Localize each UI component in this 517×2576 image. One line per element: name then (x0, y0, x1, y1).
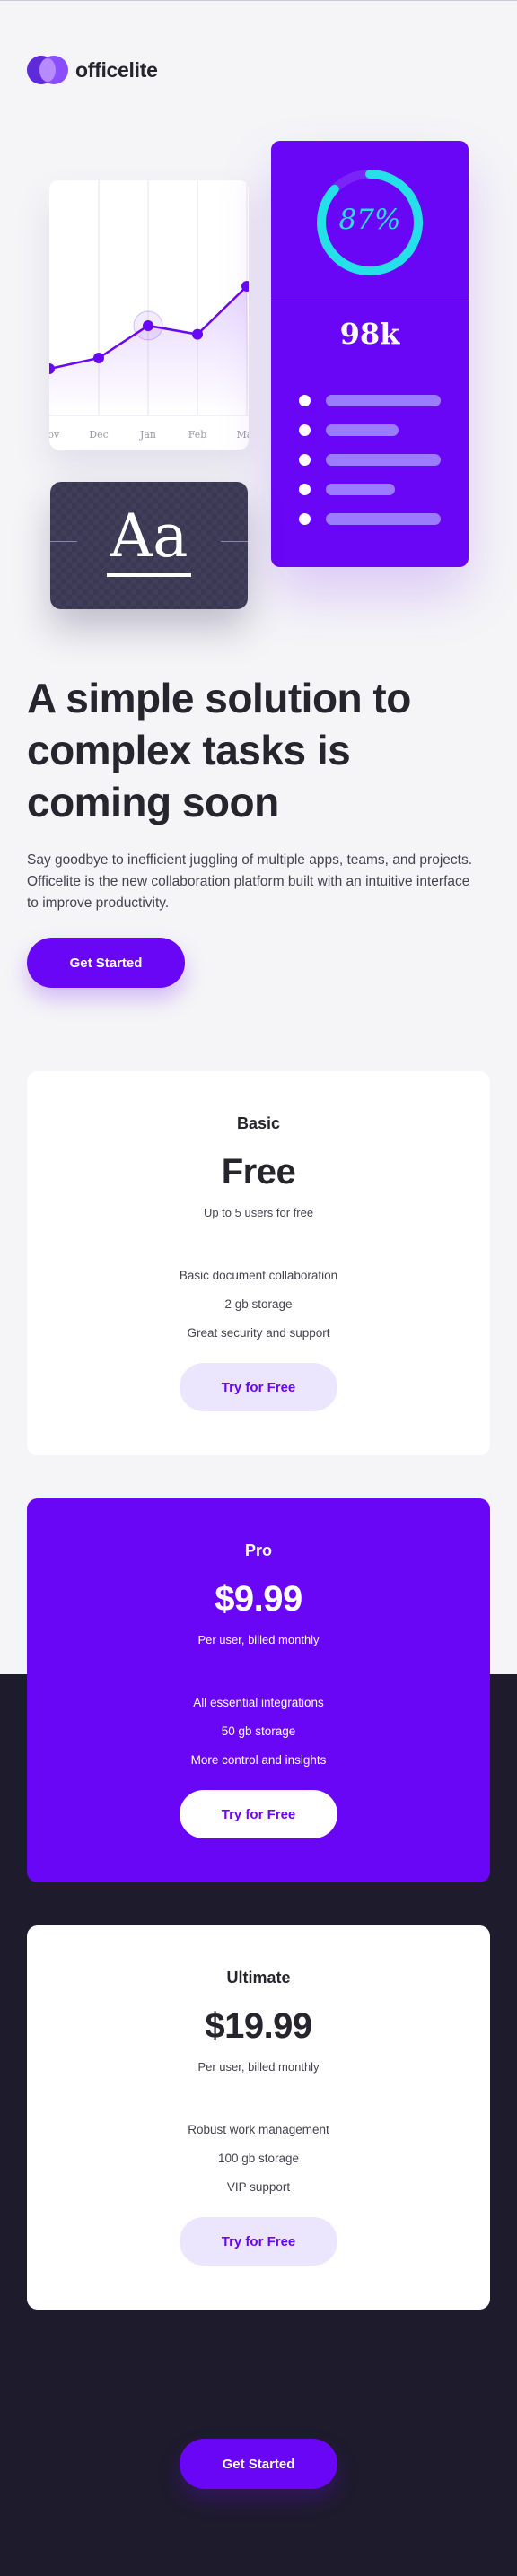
illustration-stats-card: 87% 98k (271, 141, 469, 567)
ultimate-try-for-free-button[interactable]: Try for Free (180, 2217, 337, 2266)
bullet-dot-icon (299, 424, 311, 436)
stat-bar (326, 454, 441, 466)
mini-line-chart: Nov Dec Jan Feb Mar (49, 180, 249, 441)
chart-month-label: Jan (139, 429, 156, 441)
chart-month-label: Feb (188, 429, 207, 441)
plan-card-pro: Pro $9.99 Per user, billed monthly All e… (27, 1498, 490, 1882)
hero-get-started-button[interactable]: Get Started (27, 938, 185, 988)
stat-list-row (299, 484, 395, 495)
bullet-dot-icon (299, 395, 311, 406)
brand-logo[interactable]: officelite (27, 56, 158, 84)
stat-bar (326, 424, 399, 436)
plan-feature: Basic document collaboration (179, 1269, 338, 1282)
basic-try-for-free-button[interactable]: Try for Free (180, 1363, 337, 1411)
chart-point (93, 353, 104, 363)
stat-list-row (299, 454, 441, 466)
illustration-typography-card: Aa (50, 482, 248, 609)
top-divider (0, 0, 517, 1)
plan-card-basic: Basic Free Up to 5 users for free Basic … (27, 1071, 490, 1455)
stat-list-row (299, 513, 441, 525)
bullet-dot-icon (299, 454, 311, 466)
stat-list-row (299, 424, 399, 436)
plan-price: Free (221, 1152, 296, 1192)
plan-description: Per user, billed monthly (197, 1633, 320, 1646)
chart-area (49, 286, 249, 415)
plan-feature: Great security and support (187, 1326, 330, 1340)
chart-month-label: Mar (236, 429, 249, 441)
plan-name: Pro (244, 1541, 272, 1559)
plan-name: Basic (236, 1114, 281, 1132)
stat-bar (326, 484, 395, 495)
plan-name: Ultimate (226, 1969, 291, 1987)
chart-point (143, 320, 153, 331)
ring-percent-label: 87% (338, 204, 401, 236)
type-sample-text: Aa (110, 502, 188, 571)
hero-subtitle: Say goodbye to inefficient juggling of m… (27, 852, 473, 911)
chart-point (192, 328, 203, 340)
plan-card-ultimate: Ultimate $19.99 Per user, billed monthly… (27, 1925, 490, 2310)
hero-title: A simple solution to complex tasks is co… (27, 675, 411, 825)
illustration-chart-card: Nov Dec Jan Feb Mar (49, 180, 249, 450)
plan-feature: VIP support (226, 2180, 291, 2194)
bullet-dot-icon (299, 484, 311, 495)
bullet-dot-icon (299, 513, 311, 525)
stat-bar (326, 395, 441, 406)
type-underline (107, 573, 191, 577)
plan-description: Per user, billed monthly (197, 2060, 320, 2074)
stat-bar (326, 513, 441, 525)
big-stat-value: 98k (339, 317, 400, 351)
plan-price: $9.99 (215, 1579, 302, 1619)
chart-month-label: Nov (49, 429, 60, 441)
footer-get-started-button[interactable]: Get Started (180, 2439, 337, 2489)
chart-month-label: Dec (89, 429, 109, 441)
plan-feature: 100 gb storage (217, 2152, 300, 2165)
brand-name: officelite (75, 57, 158, 82)
plan-feature: Robust work management (188, 2123, 329, 2136)
plan-feature: All essential integrations (193, 1696, 324, 1709)
plan-description: Up to 5 users for free (203, 1206, 314, 1219)
pro-try-for-free-button[interactable]: Try for Free (180, 1790, 337, 1838)
plan-feature: 50 gb storage (221, 1725, 296, 1738)
logo-mark-icon (27, 56, 68, 84)
plan-feature: 2 gb storage (224, 1297, 293, 1311)
stat-list-row (299, 395, 441, 406)
plan-price: $19.99 (205, 2006, 312, 2046)
plan-feature: More control and insights (190, 1753, 327, 1767)
